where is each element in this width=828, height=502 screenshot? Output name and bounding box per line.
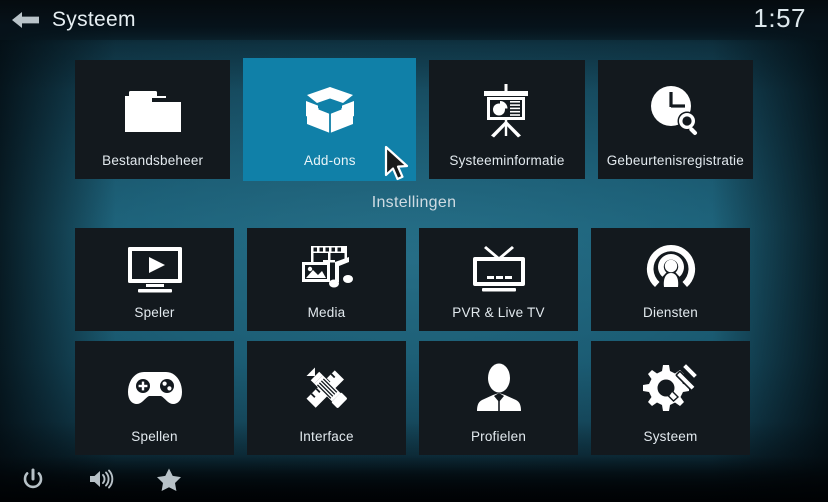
tile-profielen[interactable]: Profielen [419, 341, 578, 455]
volume-icon[interactable] [79, 459, 123, 499]
clock-search-icon [598, 60, 753, 153]
tv-antenna-icon [419, 228, 578, 305]
tile-grid: Bestandsbeheer Add-ons Systeeminformatie… [0, 0, 828, 502]
bottom-bar [0, 456, 828, 502]
tile-label: Interface [299, 429, 354, 444]
tile-row-settings-2: Spellen Interface Profielen Systeem [75, 341, 753, 455]
tile-label: Add-ons [303, 153, 356, 168]
tile-label: Systeem [643, 429, 698, 444]
broadcast-person-icon [591, 228, 750, 305]
gamepad-icon [75, 341, 234, 429]
tile-row-settings-1: Speler Media PVR & Live TV Diensten [75, 228, 753, 331]
power-icon[interactable] [11, 459, 55, 499]
pencil-ruler-icon [247, 341, 406, 429]
tile-label: Gebeurtenisregistratie [606, 153, 744, 168]
tile-label: Profielen [470, 429, 527, 444]
tile-add-ons[interactable]: Add-ons [243, 58, 417, 181]
tile-label: Media [307, 305, 346, 320]
tile-gebeurtenisregistratie[interactable]: Gebeurtenisregistratie [597, 60, 754, 179]
tile-label: Bestandsbeheer [102, 153, 204, 168]
tile-pvr-live-tv[interactable]: PVR & Live TV [419, 228, 578, 331]
tile-interface[interactable]: Interface [247, 341, 406, 455]
monitor-play-icon [75, 228, 234, 305]
tile-bestandsbeheer[interactable]: Bestandsbeheer [75, 60, 231, 179]
section-heading-instellingen: Instellingen [371, 194, 457, 211]
tile-media[interactable]: Media [247, 228, 406, 331]
tile-label: Speler [134, 305, 175, 320]
tile-systeem[interactable]: Systeem [591, 341, 750, 455]
kodi-system-screen: Systeem 1:57 Bestandsbeheer Add-ons Syst… [0, 0, 828, 502]
tile-label: Diensten [643, 305, 698, 320]
favourites-star-icon[interactable] [147, 459, 191, 499]
gears-screwdriver-icon [591, 341, 750, 429]
tile-label: Spellen [131, 429, 178, 444]
presentation-board-icon [429, 60, 584, 153]
tile-spellen[interactable]: Spellen [75, 341, 234, 455]
tile-label: PVR & Live TV [452, 305, 545, 320]
tile-diensten[interactable]: Diensten [591, 228, 750, 331]
person-icon [419, 341, 578, 429]
tile-systeeminformatie[interactable]: Systeeminformatie [429, 60, 585, 179]
tile-speler[interactable]: Speler [75, 228, 234, 331]
folder-icon [75, 60, 230, 153]
photo-film-music-icon [247, 228, 406, 305]
open-box-icon [243, 58, 416, 153]
tile-row-top: Bestandsbeheer Add-ons Systeeminformatie… [75, 58, 754, 181]
tile-label: Systeeminformatie [449, 153, 565, 168]
